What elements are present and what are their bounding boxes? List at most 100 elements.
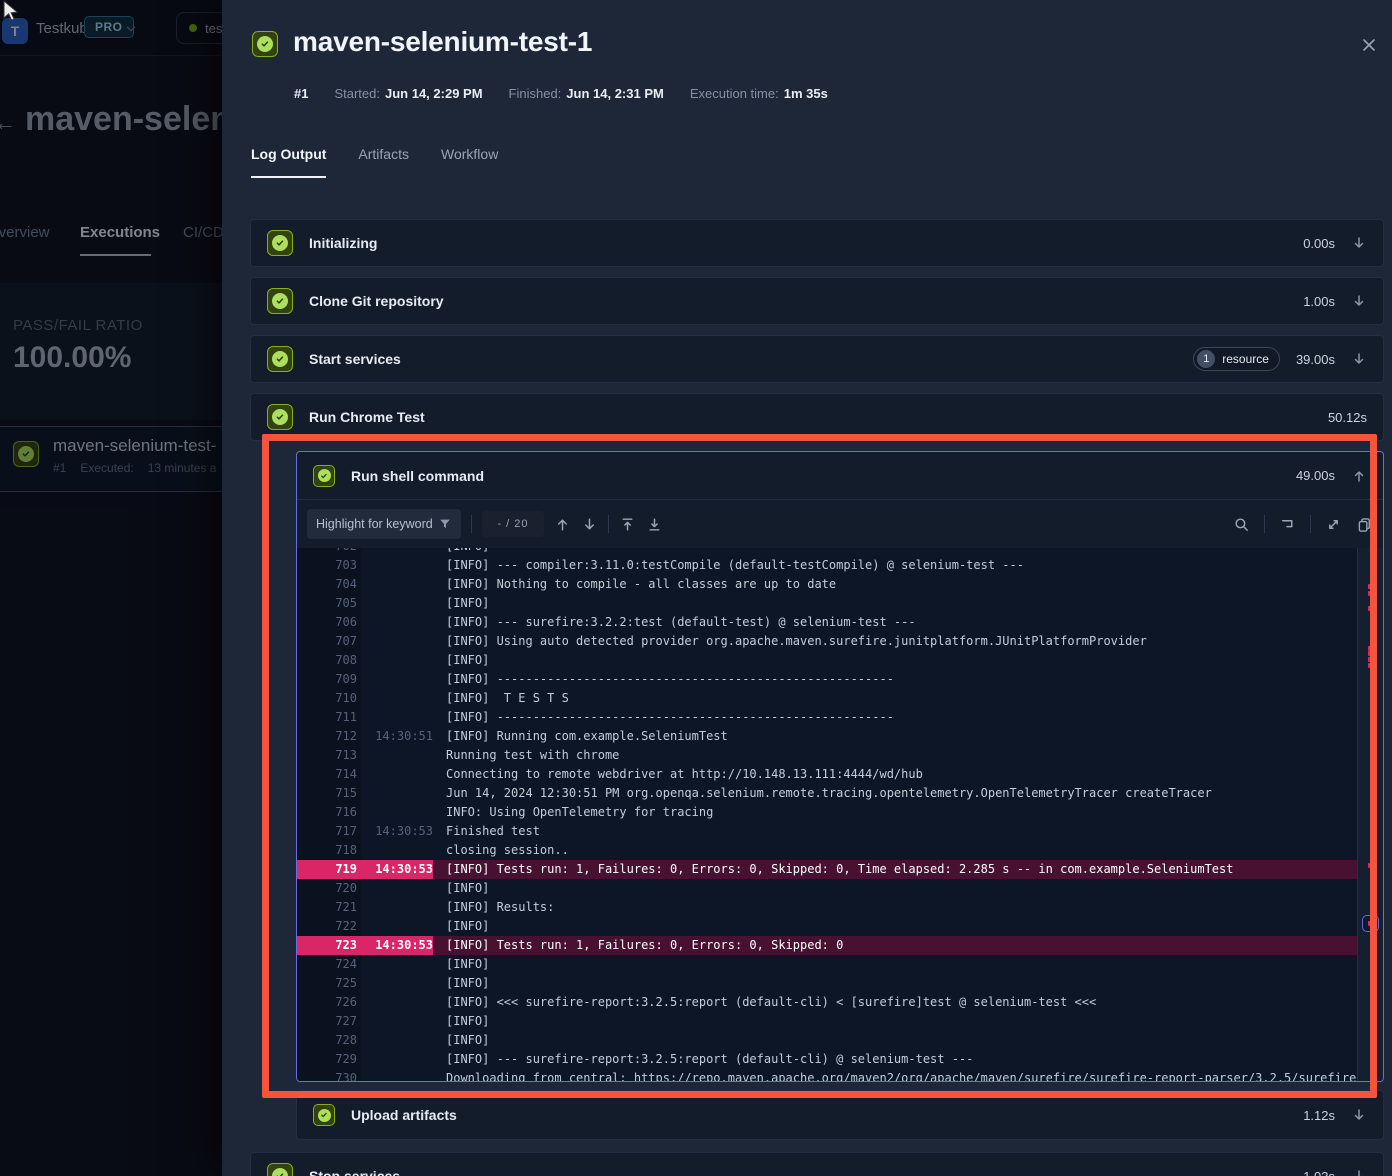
toolbar-divider — [1310, 515, 1311, 533]
line-text: [INFO] Nothing to compile - all classes … — [446, 575, 836, 594]
tab-workflow[interactable]: Workflow — [441, 146, 498, 178]
step-row-stop-services[interactable]: Stop services 1.03s — [250, 1152, 1384, 1176]
word-wrap-icon[interactable] — [1279, 516, 1296, 533]
line-timestamp — [357, 993, 433, 1012]
match-marker[interactable] — [1368, 863, 1373, 868]
run-shell-command-header[interactable]: Run shell command 49.00s — [297, 452, 1383, 500]
line-number: 713 — [297, 746, 357, 765]
step-row[interactable]: Initializing0.00s — [250, 219, 1384, 267]
line-timestamp — [357, 746, 433, 765]
line-text: Downloading from central: https://repo.m… — [446, 1069, 1357, 1081]
steps-list: Initializing0.00s Clone Git repository1.0… — [250, 219, 1384, 1176]
previous-match-icon[interactable] — [554, 516, 571, 533]
status-success-icon — [267, 346, 293, 372]
log-line: 722 [INFO] — [297, 917, 1357, 936]
match-marker[interactable] — [1368, 663, 1373, 668]
tab-log-output[interactable]: Log Output — [251, 146, 326, 178]
match-marker-strip[interactable] — [1357, 548, 1383, 1081]
line-number: 722 — [297, 917, 357, 936]
line-timestamp: 14:30:53 — [357, 822, 433, 841]
line-timestamp — [357, 594, 433, 613]
collapse-icon[interactable] — [1351, 468, 1367, 484]
line-number: 729 — [297, 1050, 357, 1069]
log-viewer[interactable]: 702[INFO]703[INFO] --- compiler:3.11.0:t… — [297, 548, 1383, 1081]
log-line: 711[INFO] ------------------------------… — [297, 708, 1357, 727]
log-line: 716INFO: Using OpenTelemetry for tracing — [297, 803, 1357, 822]
line-timestamp — [357, 708, 433, 727]
line-timestamp — [357, 689, 433, 708]
line-timestamp — [357, 556, 433, 575]
copy-icon[interactable] — [1356, 516, 1373, 533]
line-text: [INFO] --- surefire-report:3.2.5:report … — [446, 1050, 973, 1069]
match-marker[interactable] — [1368, 657, 1373, 662]
scroll-to-top-icon[interactable] — [619, 516, 636, 533]
expand-icon[interactable] — [1351, 351, 1367, 367]
step-label: Upload artifacts — [351, 1107, 457, 1123]
execution-number: #1 — [294, 86, 308, 101]
log-line: 702[INFO] — [297, 548, 1357, 556]
tab-artifacts[interactable]: Artifacts — [358, 146, 409, 178]
line-timestamp — [357, 575, 433, 594]
line-number: 720 — [297, 879, 357, 898]
started-label: Started: — [334, 86, 380, 101]
search-icon[interactable] — [1233, 516, 1250, 533]
line-number: 717 — [297, 822, 357, 841]
highlight-keywords-field[interactable] — [316, 517, 432, 531]
log-line: 721[INFO] Results: — [297, 898, 1357, 917]
log-line: 71714:30:53 Finished test — [297, 822, 1357, 841]
log-line: 705[INFO] — [297, 594, 1357, 613]
match-marker[interactable] — [1368, 591, 1373, 596]
line-number: 706 — [297, 613, 357, 632]
log-line: 727[INFO] — [297, 1012, 1357, 1031]
match-marker[interactable] — [1368, 584, 1373, 589]
highlight-keywords-input[interactable] — [307, 509, 461, 539]
next-match-icon[interactable] — [581, 516, 598, 533]
close-icon[interactable] — [1354, 30, 1384, 60]
line-text: Jun 14, 2024 12:30:51 PM org.openqa.sele… — [446, 784, 1212, 803]
expand-icon[interactable] — [1351, 293, 1367, 309]
step-duration: 39.00s — [1296, 352, 1335, 367]
started-value: Jun 14, 2:29 PM — [385, 86, 483, 101]
line-timestamp — [357, 974, 433, 993]
step-row[interactable]: Start services1resource39.00s — [250, 335, 1384, 383]
expand-icon[interactable] — [1351, 1107, 1367, 1123]
line-timestamp — [357, 1012, 433, 1031]
line-number: 710 — [297, 689, 357, 708]
drawer-title: maven-selenium-test-1 — [293, 26, 592, 58]
filter-icon — [438, 517, 452, 531]
expand-icon[interactable] — [1351, 235, 1367, 251]
line-text: Connecting to remote webdriver at http:/… — [446, 765, 923, 784]
line-timestamp — [357, 765, 433, 784]
log-line: 71214:30:51[INFO] Running com.example.Se… — [297, 727, 1357, 746]
log-line: 729 [INFO] --- surefire-report:3.2.5:repo… — [297, 1050, 1357, 1069]
step-row[interactable]: Run Chrome Test50.12s — [250, 393, 1384, 441]
resource-count: 1 — [1197, 350, 1215, 368]
drawer-backdrop[interactable] — [0, 0, 222, 1176]
step-row[interactable]: Clone Git repository1.00s — [250, 277, 1384, 325]
log-line: 710[INFO] T E S T S — [297, 689, 1357, 708]
status-success-icon — [267, 230, 293, 256]
expand-icon[interactable] — [1351, 1168, 1367, 1176]
line-timestamp: 14:30:53 — [357, 936, 433, 955]
line-text: [INFO] — [446, 955, 489, 974]
log-line: 726[INFO] <<< surefire-report:3.2.5:repo… — [297, 993, 1357, 1012]
scroll-to-bottom-icon[interactable] — [646, 516, 663, 533]
line-text: Finished test — [446, 822, 540, 841]
line-number: 726 — [297, 993, 357, 1012]
log-line: 730Downloading from central: https://rep… — [297, 1069, 1357, 1081]
log-line: 728[INFO] — [297, 1031, 1357, 1050]
current-match-marker[interactable] — [1362, 915, 1379, 932]
line-text: [INFO] — [446, 917, 489, 936]
line-text: [INFO] — [446, 651, 489, 670]
log-line: 720[INFO] — [297, 879, 1357, 898]
line-timestamp — [357, 548, 433, 556]
log-line: 709[INFO] ------------------------------… — [297, 670, 1357, 689]
line-number: 705 — [297, 594, 357, 613]
fullscreen-icon[interactable] — [1325, 516, 1342, 533]
match-marker[interactable] — [1368, 606, 1373, 611]
match-marker[interactable] — [1368, 651, 1373, 656]
resource-label: resource — [1222, 352, 1269, 366]
log-line: 715Jun 14, 2024 12:30:51 PM org.openqa.s… — [297, 784, 1357, 803]
step-row-upload-artifacts[interactable]: Upload artifacts 1.12s — [296, 1090, 1384, 1140]
line-timestamp — [357, 784, 433, 803]
